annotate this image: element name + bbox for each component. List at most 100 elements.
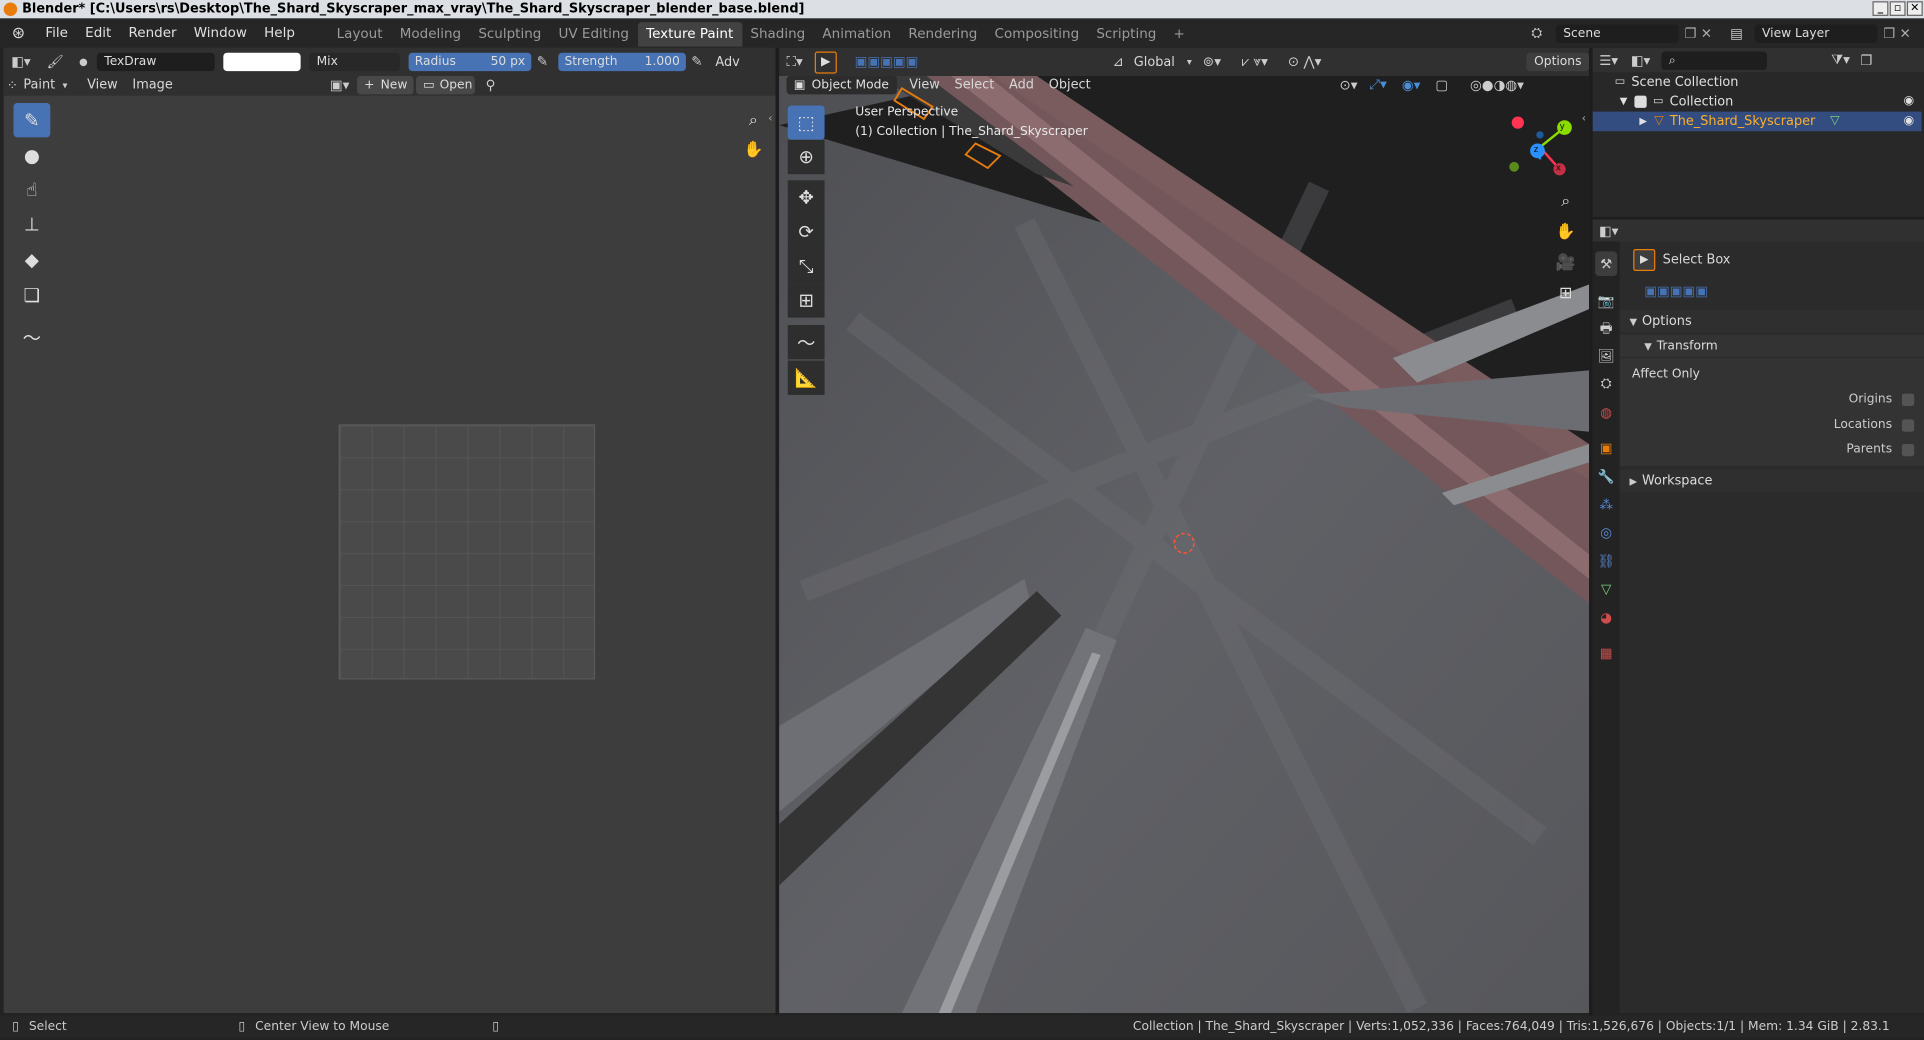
pivot-point-icon[interactable]: ⊚▾	[1197, 52, 1228, 72]
zoom-icon[interactable]: ⌕	[740, 107, 767, 134]
eye-icon[interactable]: ◉	[1903, 92, 1914, 112]
navigation-gizmo[interactable]: y z x	[1503, 110, 1577, 179]
particles-tab-icon[interactable]: ⁂	[1595, 492, 1617, 517]
eye-icon[interactable]: ◉	[1903, 112, 1914, 132]
smear-tool-icon[interactable]: ☝	[13, 173, 50, 207]
parents-option[interactable]: Parents	[1791, 443, 1915, 456]
annotate-tool-icon[interactable]: 〜	[13, 320, 50, 354]
blend-mode-select[interactable]: Mix	[309, 52, 401, 72]
add-workspace-button[interactable]: +	[1165, 22, 1193, 47]
tab-texture-paint[interactable]: Texture Paint	[637, 22, 742, 47]
move-tool-icon[interactable]: ✥	[787, 180, 825, 215]
expand-arrow-icon[interactable]: ▼	[1620, 92, 1628, 112]
measure-tool-icon[interactable]: 📐	[787, 360, 825, 395]
transform-orientation-select[interactable]: Global	[1126, 55, 1182, 70]
mask-tool-icon[interactable]: ❏	[13, 278, 50, 312]
display-mode-icon[interactable]: ◧▾	[1625, 50, 1657, 70]
viewport-pan-icon[interactable]: ✋	[1552, 218, 1579, 245]
open-image-button[interactable]: ▭ Open	[415, 75, 475, 94]
viewport-canvas[interactable]	[779, 76, 1590, 1014]
tab-layout[interactable]: Layout	[328, 22, 391, 47]
outliner-row-scene-collection[interactable]: ▭ Scene Collection	[1593, 72, 1922, 92]
new-image-button[interactable]: + New	[356, 75, 414, 94]
render-tab-icon[interactable]: 📷	[1595, 288, 1617, 313]
modifier-tab-icon[interactable]: 🔧	[1595, 464, 1617, 489]
brush-icon[interactable]: 🖌	[38, 52, 72, 72]
filter-icon[interactable]: ⧩▾	[1826, 50, 1855, 70]
viewport-menu-object[interactable]: Object	[1041, 77, 1098, 92]
menu-file[interactable]: File	[37, 18, 77, 47]
locations-option[interactable]: Locations	[1791, 418, 1915, 432]
transform-subpanel-header[interactable]: ▼ Transform	[1619, 334, 1924, 357]
viewport-sidebar-toggle-icon[interactable]: ‹	[1582, 113, 1586, 125]
selection-mode-buttons[interactable]: ▣▣▣▣▣	[1630, 281, 1723, 301]
scene-selector[interactable]: ⛭ Scene ❐ ✕	[1531, 23, 1718, 43]
draw-tool-icon[interactable]: ✎	[13, 103, 51, 138]
scene-tab-icon[interactable]: ⛭	[1595, 372, 1617, 397]
camera-view-icon[interactable]: 🎥	[1552, 249, 1579, 276]
tab-modeling[interactable]: Modeling	[391, 22, 470, 47]
tab-scripting[interactable]: Scripting	[1088, 22, 1165, 47]
locations-checkbox[interactable]	[1901, 418, 1915, 432]
physics-tab-icon[interactable]: ◎	[1595, 520, 1617, 545]
options-panel-header[interactable]: ▼ Options	[1619, 310, 1924, 333]
mesh-data-icon[interactable]: ▽	[1830, 112, 1839, 132]
radius-slider[interactable]: Radius 50 px	[408, 52, 532, 72]
view-layer-tab-icon[interactable]: 🖼	[1595, 343, 1617, 368]
viewport-editor-type-icon[interactable]: ⛶▾	[779, 52, 810, 72]
menu-render[interactable]: Render	[120, 18, 185, 47]
tab-shading[interactable]: Shading	[742, 22, 814, 47]
texture-tab-icon[interactable]: ▦	[1595, 640, 1617, 665]
scene-name[interactable]: Scene	[1555, 23, 1679, 43]
blender-menu-icon[interactable]: ⊛	[0, 24, 37, 42]
object-mode-select[interactable]: ▣ Object Mode	[786, 75, 897, 94]
tab-animation[interactable]: Animation	[814, 22, 900, 47]
ortho-toggle-icon[interactable]: ⊞	[1552, 280, 1579, 307]
transform-tool-icon[interactable]: ⊞	[787, 283, 825, 318]
fill-tool-icon[interactable]: ◆	[13, 243, 50, 277]
viewport-menu-select[interactable]: Select	[947, 77, 1001, 92]
viewport-zoom-icon[interactable]: ⌕	[1552, 188, 1579, 215]
strength-pressure-icon[interactable]: ✎	[686, 52, 708, 72]
overlays-icon[interactable]: ◉▾	[1393, 75, 1430, 95]
close-button[interactable]: ✕	[1906, 1, 1923, 16]
tab-uv-editing[interactable]: UV Editing	[550, 22, 638, 47]
tab-compositing[interactable]: Compositing	[986, 22, 1088, 47]
rotate-tool-icon[interactable]: ⟳	[787, 214, 825, 249]
tool-tab-icon[interactable]: ⚒	[1595, 251, 1618, 276]
material-tab-icon[interactable]: ◕	[1595, 605, 1617, 630]
data-tab-icon[interactable]: ▽	[1595, 576, 1617, 601]
outliner-row-object[interactable]: ▶ ▽ The_Shard_Skyscraper ▽ ◉	[1592, 111, 1922, 132]
brush-name-field[interactable]: TexDraw	[96, 52, 215, 72]
world-tab-icon[interactable]: ◍	[1595, 400, 1617, 425]
view-layer-name[interactable]: View Layer	[1754, 23, 1878, 43]
image-browse-icon[interactable]: ▣▾	[325, 75, 354, 95]
tab-sculpting[interactable]: Sculpting	[470, 22, 550, 47]
shading-mode-icons[interactable]: ◎●◑◍▾	[1454, 75, 1540, 95]
outliner-row-collection[interactable]: ▼ ▭ Collection ◉	[1593, 92, 1922, 112]
view-layer-selector[interactable]: ▤ View Layer ❐ ✕	[1730, 23, 1917, 43]
expand-arrow-icon[interactable]: ▶	[1639, 112, 1647, 132]
radius-pressure-icon[interactable]: ✎	[531, 52, 553, 72]
visibility-icon[interactable]: ⊙▾	[1334, 75, 1363, 95]
menu-image[interactable]: Image	[125, 77, 180, 92]
viewport-menu-view[interactable]: View	[902, 77, 947, 92]
pan-hand-icon[interactable]: ✋	[740, 136, 767, 163]
new-collection-icon[interactable]: ❐	[1855, 50, 1877, 70]
new-scene-icon[interactable]: ❐ ✕	[1679, 25, 1718, 41]
new-view-layer-icon[interactable]: ❐ ✕	[1877, 25, 1916, 41]
output-tab-icon[interactable]: 🖶	[1595, 316, 1617, 341]
cursor-tool-icon[interactable]: ⊕	[787, 139, 825, 175]
proportional-edit-icon[interactable]: ⊙ ⋀▾	[1282, 52, 1327, 72]
origins-option[interactable]: Origins	[1791, 392, 1915, 406]
select-box-icon[interactable]: ▶	[1633, 248, 1656, 272]
pin-icon[interactable]: ⚲	[480, 75, 502, 95]
properties-editor-type-icon[interactable]: ◧▾	[1593, 221, 1625, 241]
workspace-panel-header[interactable]: ▶ Workspace	[1619, 469, 1924, 492]
collection-checkbox[interactable]	[1634, 95, 1647, 108]
strength-slider[interactable]: Strength 1.000	[558, 52, 686, 72]
editor-type-icon[interactable]: ◧▾	[4, 52, 38, 72]
xray-icon[interactable]: ▢	[1430, 75, 1455, 95]
constraints-tab-icon[interactable]: ⛓	[1595, 548, 1617, 573]
options-menu[interactable]: Options	[1526, 52, 1589, 72]
